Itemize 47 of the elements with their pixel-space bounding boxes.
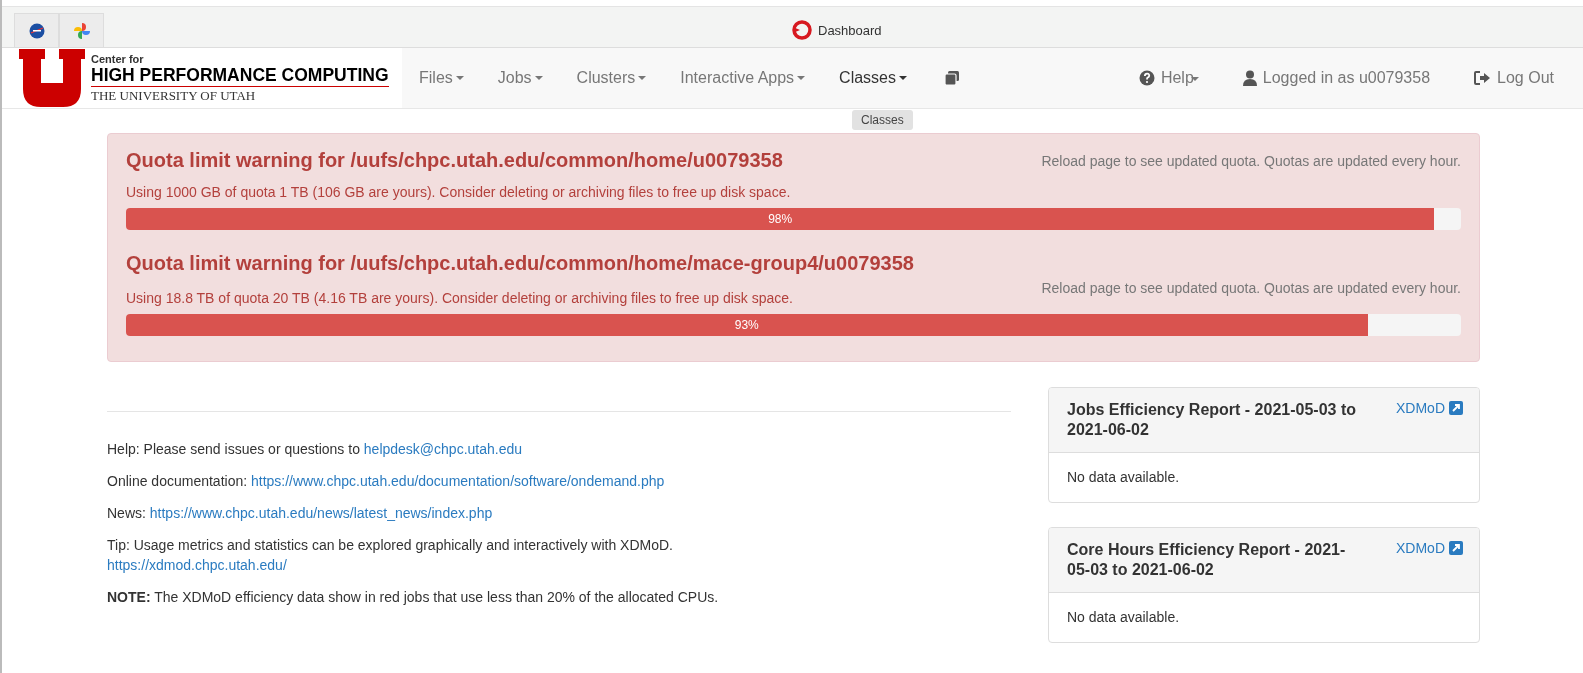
quota-usage: Using 1000 GB of quota 1 TB (106 GB are yours). Consider deleting or archiving files to free up disk space. [126,184,791,200]
pinwheel-icon [72,21,91,40]
link[interactable]: https://www.chpc.utah.edu/documentation/software/ondemand.php [251,473,665,489]
browser-tab[interactable] [59,13,104,47]
tooltip: Classes [852,110,913,130]
external-link-icon [1449,401,1463,415]
logo-title: HIGH PERFORMANCE COMPUTING [91,64,389,88]
info-paragraph: NOTE: The XDMoD efficiency data show in red jobs that use less than 20% of the allocated CPUs. [107,588,720,607]
info-paragraph: Tip: Usage metrics and statistics can be explored graphically and interactively with XDMoD. https://xdmod.chpc.utah.edu/ [107,536,674,575]
panel-title: Core Hours Efficiency Report - 2021-05-03 to 2021-06-02 [1067,540,1347,580]
progress-reading: 93% [734,318,759,332]
info-paragraph: Help: Please send issues or questions to helpdesk@chpc.utah.edu [107,440,524,459]
info-paragraph: News: https://www.chpc.utah.edu/news/latest_news/index.php [107,504,494,523]
logout-icon [1474,71,1492,85]
nav-menu[interactable]: Files [402,69,481,87]
window-title: Dashboard [818,22,882,38]
nav-link[interactable]: Logged in as u0079358 [1225,69,1448,87]
panel-title: Jobs Efficiency Report - 2021-05-03 to 2021-06-02 [1067,400,1357,440]
link[interactable]: https://www.chpc.utah.edu/news/latest_news/index.php [149,505,493,521]
help-icon [1138,70,1155,86]
quota-title: Quota limit warning for /uufs/chpc.utah.edu/common/home/u0079358 [126,149,783,172]
nav-menu[interactable]: Interactive Apps [663,69,823,87]
quota-usage: Using 18.8 TB of quota 20 TB (4.16 TB are yours). Consider deleting or archiving files to free up disk space. [126,290,793,306]
logo-university: THE UNIVERSITY OF UTAH [91,87,257,103]
nav-link[interactable]: Log Out [1457,69,1571,87]
xdmod-link[interactable]: XDMoD [1396,540,1463,556]
app-logo-icon [792,20,812,40]
panel-message: No data available. [1066,608,1181,627]
progress-reading: 98% [768,212,793,226]
quota-title: Quota limit warning for /uufs/chpc.utah.edu/common/home/mace-group4/u0079358 [126,252,914,275]
nav-menu[interactable]: Clusters [559,69,664,87]
user-icon [1242,70,1257,86]
logo-subtitle: Center for [91,53,145,65]
nav-menu[interactable]: Jobs [480,69,560,87]
nav-menu[interactable]: Classes [822,69,924,87]
link[interactable]: https://xdmod.chpc.utah.edu/ [107,557,287,573]
windows-icon[interactable] [944,70,960,86]
university-logo-icon [17,49,87,107]
info-paragraph: Online documentation: https://www.chpc.utah.edu/documentation/software/ondemand.php [107,472,666,491]
quota-note: Reload page to see updated quota. Quotas are updated every hour. [1041,153,1461,169]
browser-tab[interactable] [14,13,59,47]
external-link-icon [1449,541,1463,555]
nav-link[interactable]: Help [1121,69,1216,87]
panel-message: No data available. [1066,468,1181,487]
xdmod-link[interactable]: XDMoD [1396,400,1463,416]
link[interactable]: helpdesk@chpc.utah.edu [363,441,523,457]
quota-note: Reload page to see updated quota. Quotas are updated every hour. [1041,280,1461,296]
